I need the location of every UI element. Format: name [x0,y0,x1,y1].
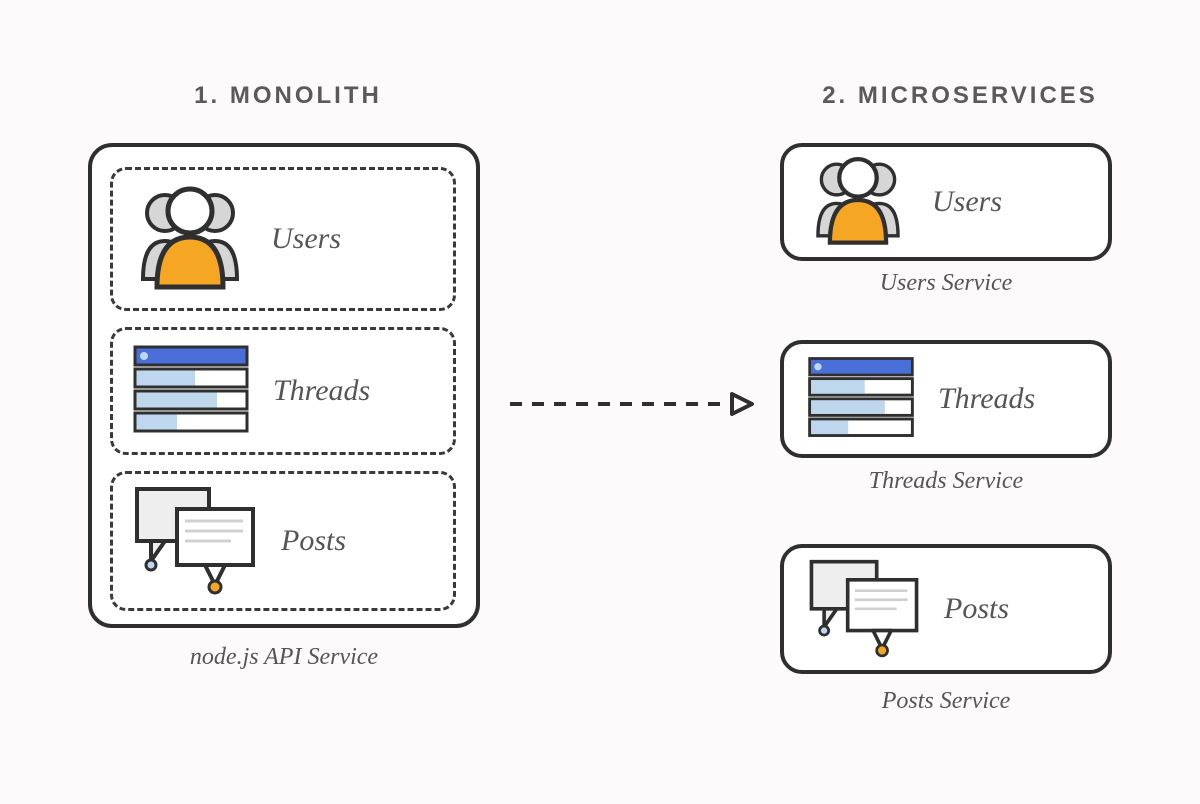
module-users-label: Users [271,222,341,256]
service-posts-label: Posts [944,592,1009,626]
service-threads-caption: Threads Service [780,468,1112,495]
service-posts: Posts [780,544,1112,674]
heading-monolith: 1. MONOLITH [108,82,468,110]
service-threads: Threads [780,340,1112,458]
service-users-caption: Users Service [780,270,1112,297]
threads-icon [806,354,916,445]
heading-microservices: 2. MICROSERVICES [780,82,1140,110]
monolith-container: Users Threads [88,143,480,628]
module-users: Users [110,167,456,311]
module-posts: Posts [110,471,456,611]
transition-arrow-icon [508,392,756,416]
users-icon [131,183,249,296]
posts-icon [131,483,259,600]
posts-icon [806,555,922,664]
threads-icon [131,343,251,440]
module-threads-label: Threads [273,374,370,408]
users-icon [806,154,910,251]
service-users-label: Users [932,185,1002,219]
monolith-caption: node.js API Service [88,644,480,671]
module-posts-label: Posts [281,524,346,558]
service-users: Users [780,143,1112,261]
service-posts-caption: Posts Service [780,688,1112,715]
module-threads: Threads [110,327,456,455]
service-threads-label: Threads [938,382,1035,416]
